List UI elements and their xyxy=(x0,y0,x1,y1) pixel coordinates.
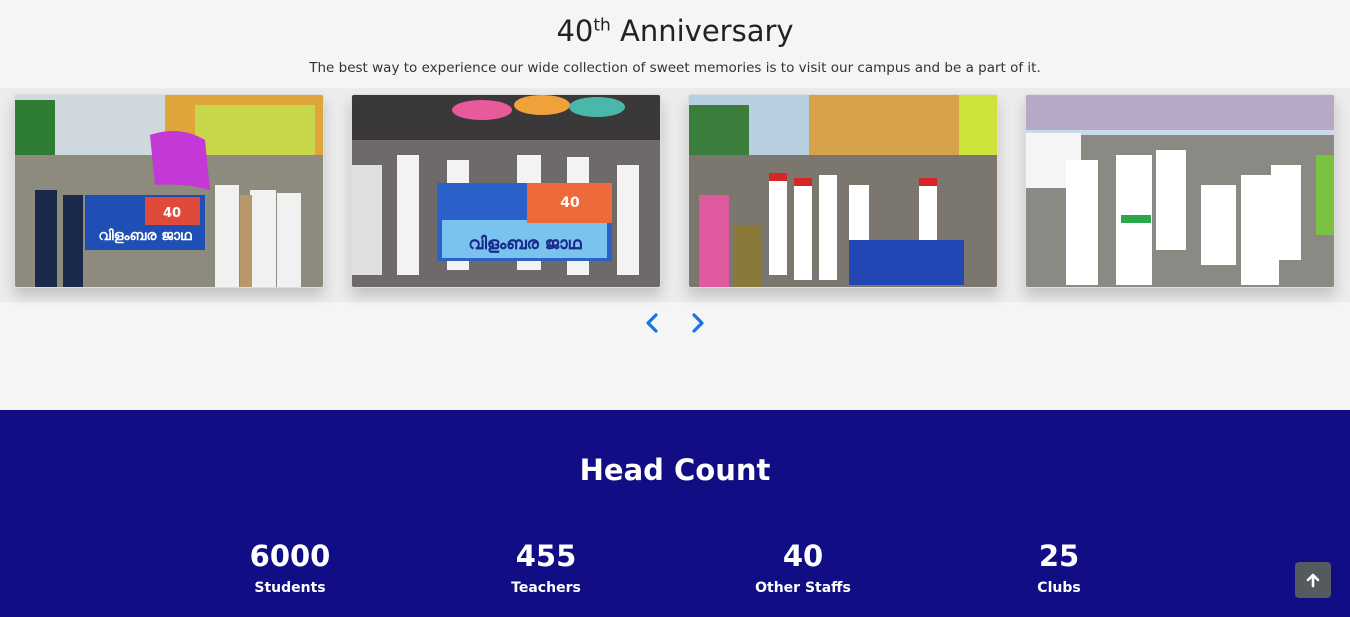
carousel-photo[interactable]: വിളംബര ജാഥ 40 xyxy=(351,94,661,288)
chevron-right-icon xyxy=(692,313,704,333)
stat-label: Students xyxy=(254,580,326,596)
anniversary-subtitle: The best way to experience our wide coll… xyxy=(309,60,1041,76)
carousel-prev-button[interactable] xyxy=(641,312,663,334)
banner-text: വിളംബര ജാഥ xyxy=(98,228,192,244)
banner-badge: 40 xyxy=(163,206,181,221)
anniversary-section: 40th Anniversary The best way to experie… xyxy=(0,0,1350,410)
anniversary-title: 40th Anniversary xyxy=(556,14,794,48)
banner-badge: 40 xyxy=(560,195,580,211)
stat-other-staffs: 40 Other Staffs xyxy=(703,538,903,596)
head-count-section: Head Count 6000 Students 455 Teachers 40… xyxy=(0,410,1350,617)
stat-label: Teachers xyxy=(511,580,581,596)
carousel-photo[interactable] xyxy=(1025,94,1335,288)
stat-students: 6000 Students xyxy=(190,538,390,596)
carousel-photo[interactable] xyxy=(688,94,998,288)
stat-number: 25 xyxy=(1038,539,1080,573)
stat-number: 455 xyxy=(515,539,577,573)
scroll-to-top-button[interactable] xyxy=(1295,562,1331,598)
stat-clubs: 25 Clubs xyxy=(959,538,1159,596)
stat-label: Other Staffs xyxy=(755,580,851,596)
carousel-photo[interactable]: വിളംബര ജാഥ 40 xyxy=(14,94,324,288)
carousel-next-button[interactable] xyxy=(687,312,709,334)
stat-number: 6000 xyxy=(249,539,331,573)
arrow-up-icon xyxy=(1306,573,1320,588)
chevron-left-icon xyxy=(646,313,658,333)
stat-label: Clubs xyxy=(1037,580,1081,596)
stat-number: 40 xyxy=(782,539,824,573)
photo-carousel[interactable]: വിളംബര ജാഥ 40 വിളംബര ജാഥ 40 xyxy=(0,88,1350,302)
banner-text: വിളംബര ജാഥ xyxy=(468,234,582,254)
head-count-title: Head Count xyxy=(579,453,771,487)
stat-teachers: 455 Teachers xyxy=(446,538,646,596)
